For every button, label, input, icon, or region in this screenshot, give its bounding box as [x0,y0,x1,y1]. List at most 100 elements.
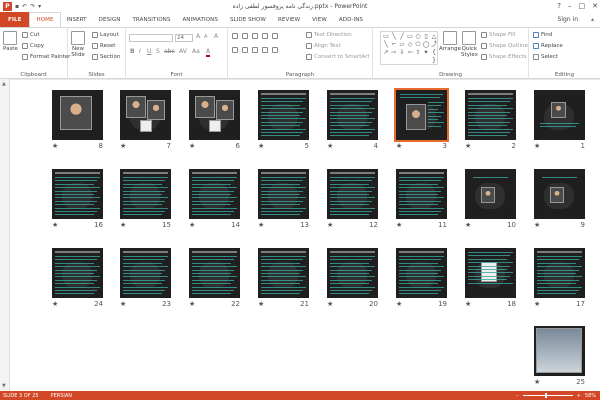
slide-thumbnail[interactable]: ★ 11 [396,169,447,229]
transition-star-icon[interactable]: ★ [52,300,58,308]
slide-preview[interactable] [534,326,585,376]
paste-button[interactable]: Paste [3,31,18,52]
scroll-down-icon[interactable]: ▼ [2,383,6,389]
slide-thumbnail[interactable]: ★ 10 [465,169,516,229]
transition-star-icon[interactable]: ★ [396,142,402,150]
shape-item[interactable]: ╲ [382,41,390,49]
slide-thumbnail[interactable]: ★ 8 [52,90,103,150]
slide-thumbnail[interactable]: ★ 19 [396,248,447,308]
transition-star-icon[interactable]: ★ [327,300,333,308]
transition-star-icon[interactable]: ★ [52,142,58,150]
zoom-out-button[interactable]: – [516,393,519,399]
clear-formatting-button[interactable]: A [214,33,218,40]
slide-preview[interactable] [534,169,585,219]
transition-star-icon[interactable]: ★ [534,300,540,308]
zoom-in-button[interactable]: + [577,393,581,399]
tab-animations[interactable]: ANIMATIONS [176,12,224,27]
slide-preview[interactable] [52,169,103,219]
slide-thumbnail[interactable]: ★ 18 [465,248,516,308]
transition-star-icon[interactable]: ★ [396,300,402,308]
transition-star-icon[interactable]: ★ [534,378,540,386]
slide-thumbnail[interactable]: ★ 23 [120,248,171,308]
slide-thumbnail[interactable]: ★ 25 [534,326,585,386]
slide-thumbnail[interactable]: ★ 13 [258,169,309,229]
transition-star-icon[interactable]: ★ [189,221,195,229]
shape-item[interactable]: ◯ [422,41,430,49]
numbering-icon[interactable] [242,33,248,39]
slide-preview[interactable] [327,248,378,298]
slide-preview[interactable] [120,90,171,140]
slide-preview[interactable] [394,88,449,142]
new-slide-button[interactable]: New Slide [71,31,85,58]
shape-effects-button[interactable]: Shape Effects [481,54,527,60]
transition-star-icon[interactable]: ★ [189,300,195,308]
slide-preview[interactable] [327,169,378,219]
transition-star-icon[interactable]: ★ [396,221,402,229]
slide-preview[interactable] [534,90,585,140]
transition-star-icon[interactable]: ★ [465,221,471,229]
character-spacing-button[interactable]: AV [179,48,187,55]
slide-thumbnail[interactable]: ★ 16 [52,169,103,229]
replace-button[interactable]: Replace [533,43,563,49]
redo-icon[interactable]: ↷ [30,3,35,10]
zoom-slider[interactable] [522,393,573,398]
slide-thumbnail[interactable]: ★ 15 [120,169,171,229]
font-color-button[interactable]: A [206,48,211,57]
align-left-icon[interactable] [232,47,238,53]
font-size-input[interactable]: 24 [175,34,193,42]
font-name-input[interactable] [129,34,173,42]
vertical-scrollbar[interactable]: ▲ ▼ [0,79,10,391]
slide-thumbnail[interactable]: ★ 12 [327,169,378,229]
minimize-button[interactable]: – [568,2,572,10]
slide-preview[interactable] [258,248,309,298]
customize-qat-icon[interactable]: ▾ [38,3,41,10]
slide-preview[interactable] [327,90,378,140]
shadow-button[interactable]: S [156,48,160,55]
slide-preview[interactable] [52,90,103,140]
shape-item[interactable]: ⇧ [414,49,422,57]
shape-item[interactable]: ⤴ [430,41,438,49]
shape-item[interactable]: ◇ [406,41,414,49]
slide-thumbnail[interactable]: ★ 3 [394,88,449,150]
slide-preview[interactable] [52,248,103,298]
convert-smartart-button[interactable]: Convert to SmartArt [306,54,370,60]
slide-thumbnail[interactable]: ★ 5 [258,90,309,150]
slide-preview[interactable] [258,90,309,140]
slide-thumbnail[interactable]: ★ 21 [258,248,309,308]
shape-item[interactable]: ⌐ [390,41,398,49]
shape-item[interactable]: { } [430,49,438,64]
tab-insert[interactable]: INSERT [61,12,93,27]
align-right-icon[interactable] [252,47,258,53]
slide-preview[interactable] [120,248,171,298]
tab-design[interactable]: DESIGN [93,12,127,27]
transition-star-icon[interactable]: ★ [258,142,264,150]
reset-button[interactable]: Reset [92,43,115,49]
section-button[interactable]: Section [92,54,120,60]
slide-thumbnail[interactable]: ★ 7 [120,90,171,150]
transition-star-icon[interactable]: ★ [534,221,540,229]
tab-file[interactable]: FILE [0,12,30,27]
slide-thumbnail[interactable]: ★ 2 [465,90,516,150]
shape-item[interactable]: ○ [414,33,422,41]
slide-thumbnail[interactable]: ★ 1 [534,90,585,150]
slide-thumbnail[interactable]: ★ 22 [189,248,240,308]
slide-thumbnail[interactable]: ★ 17 [534,248,585,308]
layout-button[interactable]: Layout [92,32,119,38]
copy-button[interactable]: Copy [22,43,44,49]
slide-preview[interactable] [189,90,240,140]
tab-view[interactable]: VIEW [306,12,333,27]
shape-item[interactable]: ▱ [398,41,406,49]
transition-star-icon[interactable]: ★ [258,221,264,229]
tab-review[interactable]: REVIEW [272,12,306,27]
collapse-ribbon-icon[interactable]: ▴ [591,16,594,23]
select-button[interactable]: Select [533,54,558,60]
grow-font-button[interactable]: A [196,33,200,40]
change-case-button[interactable]: Aa [192,48,200,55]
cut-button[interactable]: Cut [22,32,39,38]
transition-star-icon[interactable]: ★ [465,300,471,308]
slide-thumbnail[interactable]: ★ 9 [534,169,585,229]
shape-item[interactable]: ⇦ [406,49,414,57]
tab-transitions[interactable]: TRANSITIONS [126,12,176,27]
transition-star-icon[interactable]: ★ [534,142,540,150]
transition-star-icon[interactable]: ★ [189,142,195,150]
